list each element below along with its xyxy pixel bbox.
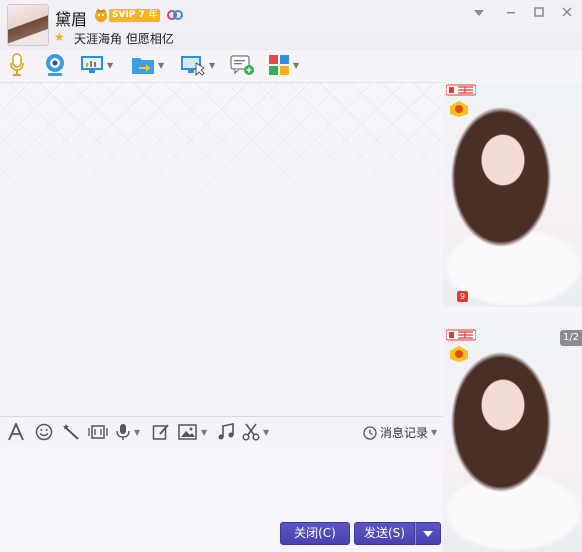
voice-call-button[interactable] bbox=[8, 52, 26, 78]
chevron-down-icon bbox=[423, 531, 433, 537]
page-indicator: 1/2 bbox=[560, 330, 582, 346]
new-message-button[interactable] bbox=[230, 52, 254, 78]
photo-divider bbox=[443, 307, 582, 327]
avatar[interactable] bbox=[7, 4, 49, 46]
scissors-icon bbox=[242, 423, 260, 441]
screen-share-icon bbox=[81, 56, 103, 73]
remote-desktop-button[interactable]: ▼ bbox=[180, 52, 215, 78]
contact-show-photo[interactable] bbox=[443, 327, 582, 552]
magic-wand-icon bbox=[63, 424, 79, 440]
close-button[interactable]: 关闭(C) bbox=[280, 522, 350, 545]
image-icon bbox=[178, 424, 197, 440]
cut-button[interactable]: ▼ bbox=[242, 422, 269, 442]
voice-icon bbox=[116, 424, 130, 440]
file-transfer-icon bbox=[132, 58, 154, 74]
coin-badge-icon bbox=[450, 346, 468, 362]
screen-share-button[interactable]: ▼ bbox=[80, 52, 113, 78]
send-options-dropdown[interactable] bbox=[415, 522, 441, 545]
emoji-button[interactable] bbox=[35, 422, 53, 442]
video-call-button[interactable] bbox=[44, 52, 66, 78]
contact-name: 黛眉 bbox=[55, 10, 88, 29]
vip-crown-icon bbox=[95, 9, 107, 22]
screenshot-icon bbox=[88, 425, 108, 439]
coin-badge-icon bbox=[450, 101, 468, 117]
edit-icon bbox=[152, 424, 169, 440]
level-badge: 9 bbox=[457, 291, 468, 302]
apps-icon bbox=[269, 55, 289, 75]
star-icon: ★ bbox=[54, 30, 65, 44]
magic-button[interactable] bbox=[62, 422, 80, 442]
font-icon bbox=[8, 423, 24, 441]
chevron-down-icon: ▼ bbox=[431, 428, 438, 437]
apps-button[interactable]: ▼ bbox=[268, 52, 299, 78]
close-icon[interactable] bbox=[556, 4, 578, 22]
input-toolbar: ▼ ▼ ▼ 消息记录 ▼ bbox=[0, 416, 443, 447]
chat-message-area[interactable] bbox=[0, 82, 443, 417]
microphone-icon bbox=[10, 53, 24, 76]
voice-message-button[interactable]: ▼ bbox=[115, 422, 140, 442]
history-label: 消息记录 bbox=[380, 426, 429, 440]
vip-badge[interactable]: SVIP 7 bbox=[109, 9, 148, 22]
music-button[interactable] bbox=[217, 422, 235, 442]
send-button[interactable]: 发送(S) bbox=[354, 522, 415, 545]
new-message-icon bbox=[230, 55, 254, 75]
maximize-icon[interactable] bbox=[528, 4, 550, 22]
chevron-down-icon[interactable] bbox=[468, 4, 490, 22]
file-transfer-button[interactable]: ▼ bbox=[131, 52, 164, 78]
font-button[interactable] bbox=[7, 422, 25, 442]
emoji-icon bbox=[35, 423, 53, 441]
screenshot-button[interactable] bbox=[88, 422, 108, 442]
music-icon bbox=[218, 423, 234, 440]
clock-icon bbox=[363, 425, 377, 440]
annual-badge-icon bbox=[446, 84, 476, 96]
image-button[interactable]: ▼ bbox=[178, 422, 207, 442]
remote-desktop-icon bbox=[181, 56, 205, 76]
main-toolbar: ▼ ▼ ▼ ▼ bbox=[0, 50, 582, 82]
title-bar: 黛眉 SVIP 7 年 ★ 天涯海角 但愿相亿 bbox=[0, 0, 582, 50]
webcam-icon bbox=[46, 54, 64, 76]
minimize-icon[interactable] bbox=[500, 4, 522, 22]
vip-year-badge: 年 bbox=[146, 9, 160, 22]
annual-badge-icon bbox=[446, 329, 476, 341]
contact-show-photo[interactable]: 9 bbox=[443, 82, 582, 307]
signature: 天涯海角 但愿相亿 bbox=[74, 32, 174, 46]
edit-button[interactable] bbox=[152, 422, 170, 442]
message-history-button[interactable]: 消息记录 ▼ bbox=[363, 424, 437, 441]
linked-rings-icon[interactable] bbox=[166, 9, 184, 21]
